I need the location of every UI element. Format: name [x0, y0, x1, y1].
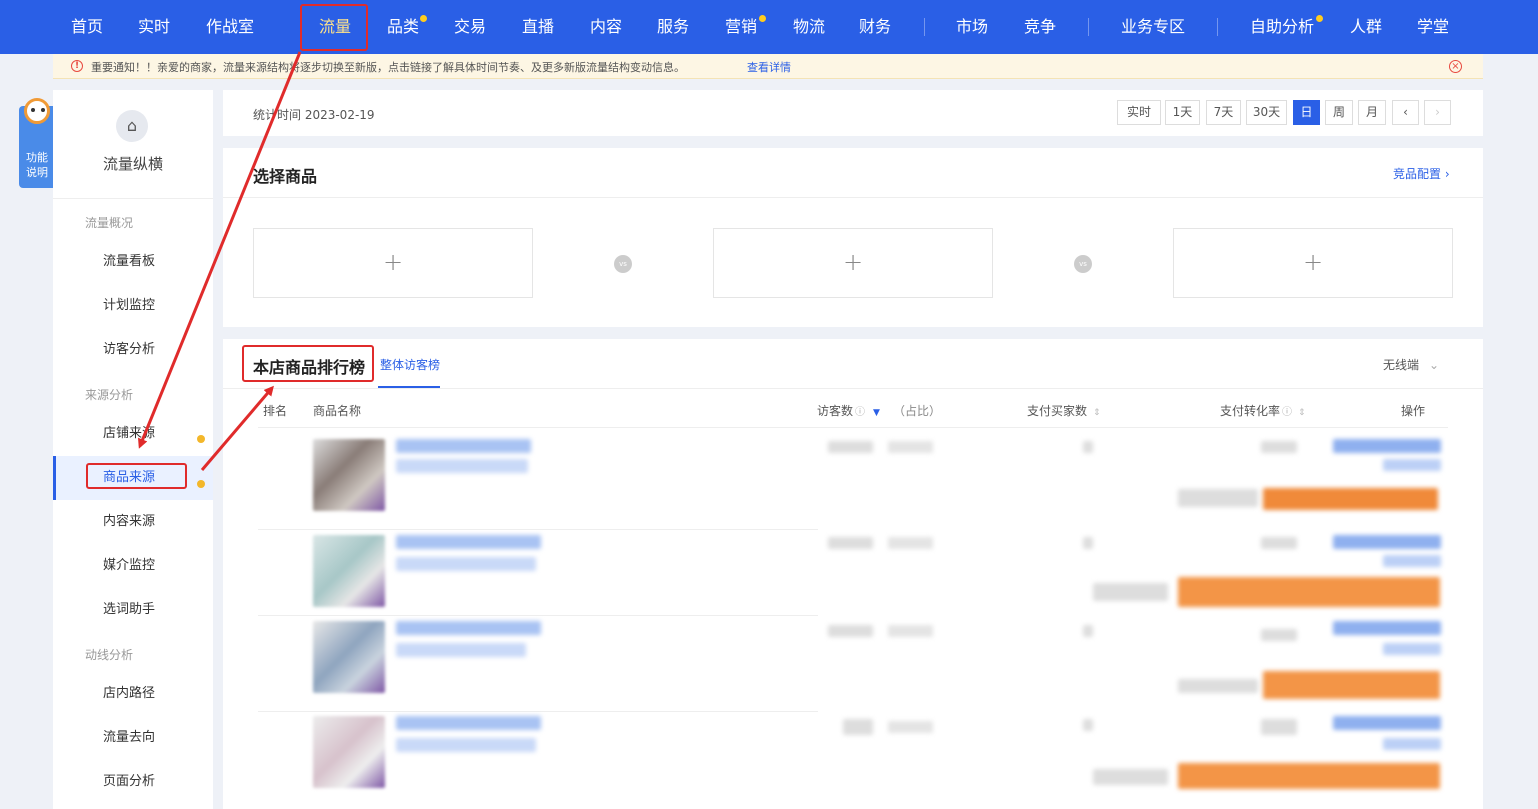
- annotation-arrows: [138, 51, 302, 471]
- arrow-to-ranking-title: [200, 385, 274, 471]
- arrow-to-product-source: [138, 51, 302, 449]
